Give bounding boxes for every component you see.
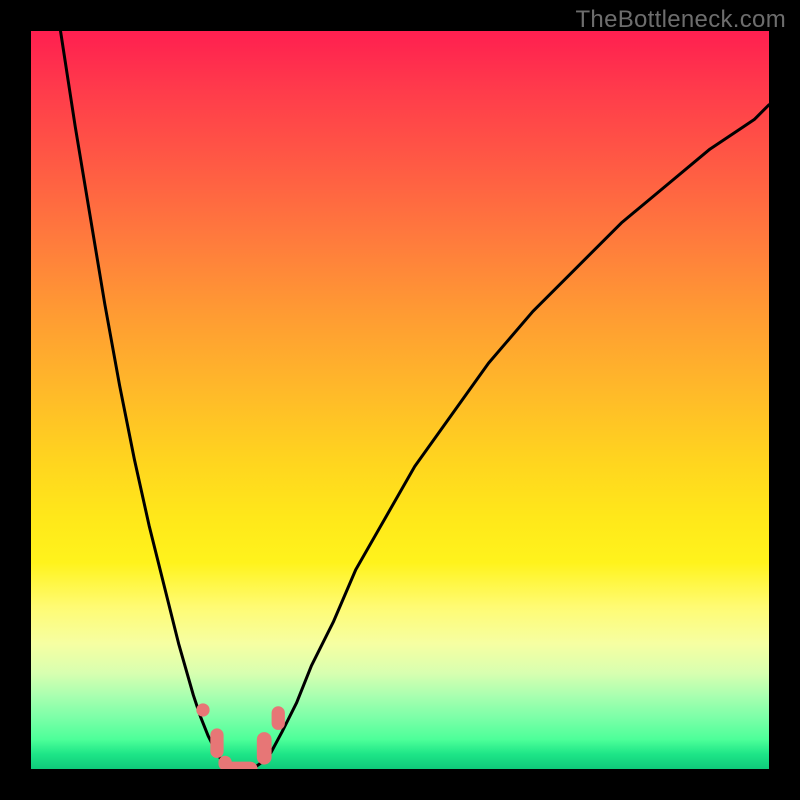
- marker-pill: [224, 762, 258, 769]
- plot-area: [31, 31, 769, 769]
- marker-group: [196, 703, 285, 769]
- marker-pill: [218, 756, 231, 769]
- bottleneck-curve: [61, 31, 769, 769]
- marker-pill: [272, 706, 285, 730]
- curve-layer: [31, 31, 769, 769]
- chart-frame: TheBottleneck.com: [0, 0, 800, 800]
- bottleneck-path: [61, 31, 769, 769]
- watermark-text: TheBottleneck.com: [575, 6, 786, 34]
- marker-pill: [257, 732, 272, 764]
- marker-dot: [196, 703, 209, 716]
- marker-pill: [210, 728, 223, 758]
